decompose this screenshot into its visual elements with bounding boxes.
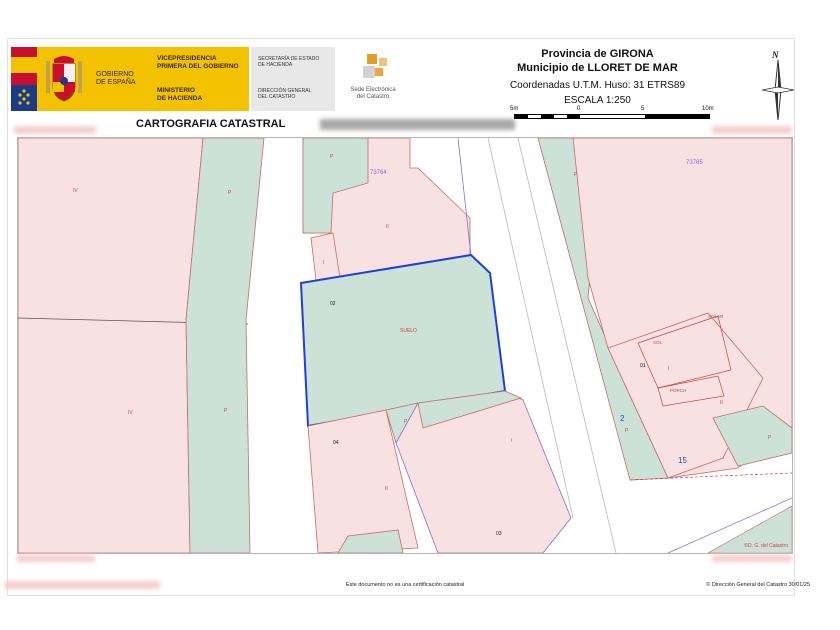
label-p-right-mid: P bbox=[625, 428, 629, 434]
sede-line-1: Sede Electrónica bbox=[350, 87, 396, 93]
gov-right-line-1: VICEPRESIDENCIA bbox=[157, 55, 217, 62]
label-p-right-top: P bbox=[574, 172, 578, 178]
scale-label-5: 5 bbox=[641, 106, 645, 112]
scale-text: ESCALA 1:250 bbox=[564, 95, 631, 106]
label-p-right-bottom: P bbox=[768, 435, 772, 441]
label-i-center-top: I bbox=[323, 260, 325, 266]
gov-right-line-2: PRIMERA DEL GOBIERNO bbox=[157, 62, 239, 70]
label-03: 03 bbox=[496, 531, 502, 537]
label-ii-center-top: II bbox=[386, 224, 389, 230]
label-p-bottom: P bbox=[224, 408, 228, 414]
footer-disclaimer: Este documento no es una certificación c… bbox=[345, 582, 465, 588]
gov-left-line-1: GOBIERNO bbox=[96, 71, 134, 78]
label-i-bottom: I bbox=[511, 438, 513, 444]
coat-of-arms-icon bbox=[46, 56, 82, 102]
gov-left-line-2: DE ESPAÑA bbox=[96, 79, 136, 86]
eu-flag-icon bbox=[11, 47, 37, 111]
redacted-bottom-right bbox=[712, 555, 792, 562]
sede-line-2: del Catastro bbox=[356, 94, 390, 100]
north-arrow-icon bbox=[761, 59, 795, 121]
label-suelo: SUELO bbox=[400, 328, 417, 334]
label-sol: SOL bbox=[653, 340, 663, 345]
redacted-reference bbox=[320, 119, 515, 130]
label-ii-right: II bbox=[720, 400, 723, 406]
label-street-number-2: 2 bbox=[620, 414, 625, 423]
label-04: 04 bbox=[333, 440, 339, 446]
label-solar: SOLAR bbox=[708, 314, 724, 319]
scale-bar bbox=[514, 114, 710, 119]
direccion-line-2: DEL CATASTRO bbox=[258, 94, 296, 100]
cadastral-map[interactable]: IV P IV P 73764 73765 P II I 02 SUELO 04… bbox=[17, 137, 793, 554]
coordinates-text: Coordenadas U.T.M. Huso: 31 ETRS89 bbox=[509, 80, 686, 91]
redacted-footer-left bbox=[5, 581, 160, 589]
parcel-number-73764: 73764 bbox=[370, 170, 387, 176]
parcel-number-73765: 73765 bbox=[686, 160, 703, 166]
secretaria-line-2: DE HACIENDA bbox=[258, 62, 293, 68]
ministry-line-1: MINISTERIO bbox=[157, 87, 195, 94]
label-01: 01 bbox=[640, 363, 646, 369]
footer-copyright: © Dirección General del Catastro 30/01/2… bbox=[706, 582, 810, 588]
north-label: N bbox=[772, 50, 779, 60]
label-street-number-15: 15 bbox=[678, 456, 687, 465]
municipio-title: Municipio de LLORET DE MAR bbox=[517, 62, 678, 74]
redacted-bottom-left bbox=[17, 555, 95, 562]
label-iv-top: IV bbox=[73, 188, 78, 194]
redacted-left bbox=[14, 126, 96, 134]
label-p-center-top: P bbox=[330, 154, 334, 160]
scale-label-0: 0 bbox=[577, 106, 581, 112]
label-p-bottom-center: P bbox=[404, 419, 408, 425]
scale-label-5m: 5m bbox=[510, 106, 519, 112]
label-porch: PORCH bbox=[670, 388, 687, 393]
map-copyright: ©D. G. del Catastro bbox=[744, 543, 788, 549]
provincia-title: Provincia de GIRONA bbox=[541, 48, 654, 60]
label-i-right: I bbox=[668, 366, 670, 372]
label-p-top: P bbox=[228, 190, 232, 196]
cartografia-title: CARTOGRAFIA CATASTRAL bbox=[136, 118, 286, 130]
label-iv-bottom: IV bbox=[128, 410, 133, 416]
map-canvas bbox=[18, 138, 792, 553]
scale-label-10m: 10m bbox=[702, 106, 714, 112]
ministry-line-2: DE HACIENDA bbox=[157, 94, 203, 102]
label-ii-bottom: II bbox=[385, 486, 388, 492]
label-02: 02 bbox=[330, 301, 336, 307]
redacted-right bbox=[712, 126, 792, 134]
